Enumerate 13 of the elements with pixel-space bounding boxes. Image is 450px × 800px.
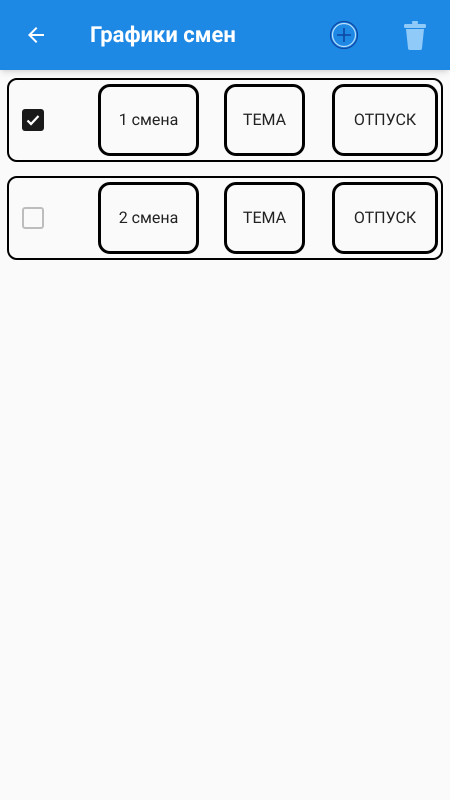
vacation-button[interactable]: ОТПУСК (332, 182, 438, 254)
delete-button[interactable] (402, 19, 428, 51)
theme-button[interactable]: ТЕМА (224, 84, 305, 156)
trash-icon (403, 20, 427, 50)
vacation-button[interactable]: ОТПУСК (332, 84, 438, 156)
shift-name-button[interactable]: 1 смена (98, 84, 199, 156)
add-icon (329, 20, 359, 50)
checkbox[interactable] (22, 207, 44, 229)
app-bar-title: Графики смен (90, 22, 236, 50)
add-button[interactable] (328, 19, 360, 51)
checkbox[interactable] (22, 109, 44, 131)
shift-name-button[interactable]: 2 смена (98, 182, 199, 254)
theme-button[interactable]: ТЕМА (224, 182, 305, 254)
